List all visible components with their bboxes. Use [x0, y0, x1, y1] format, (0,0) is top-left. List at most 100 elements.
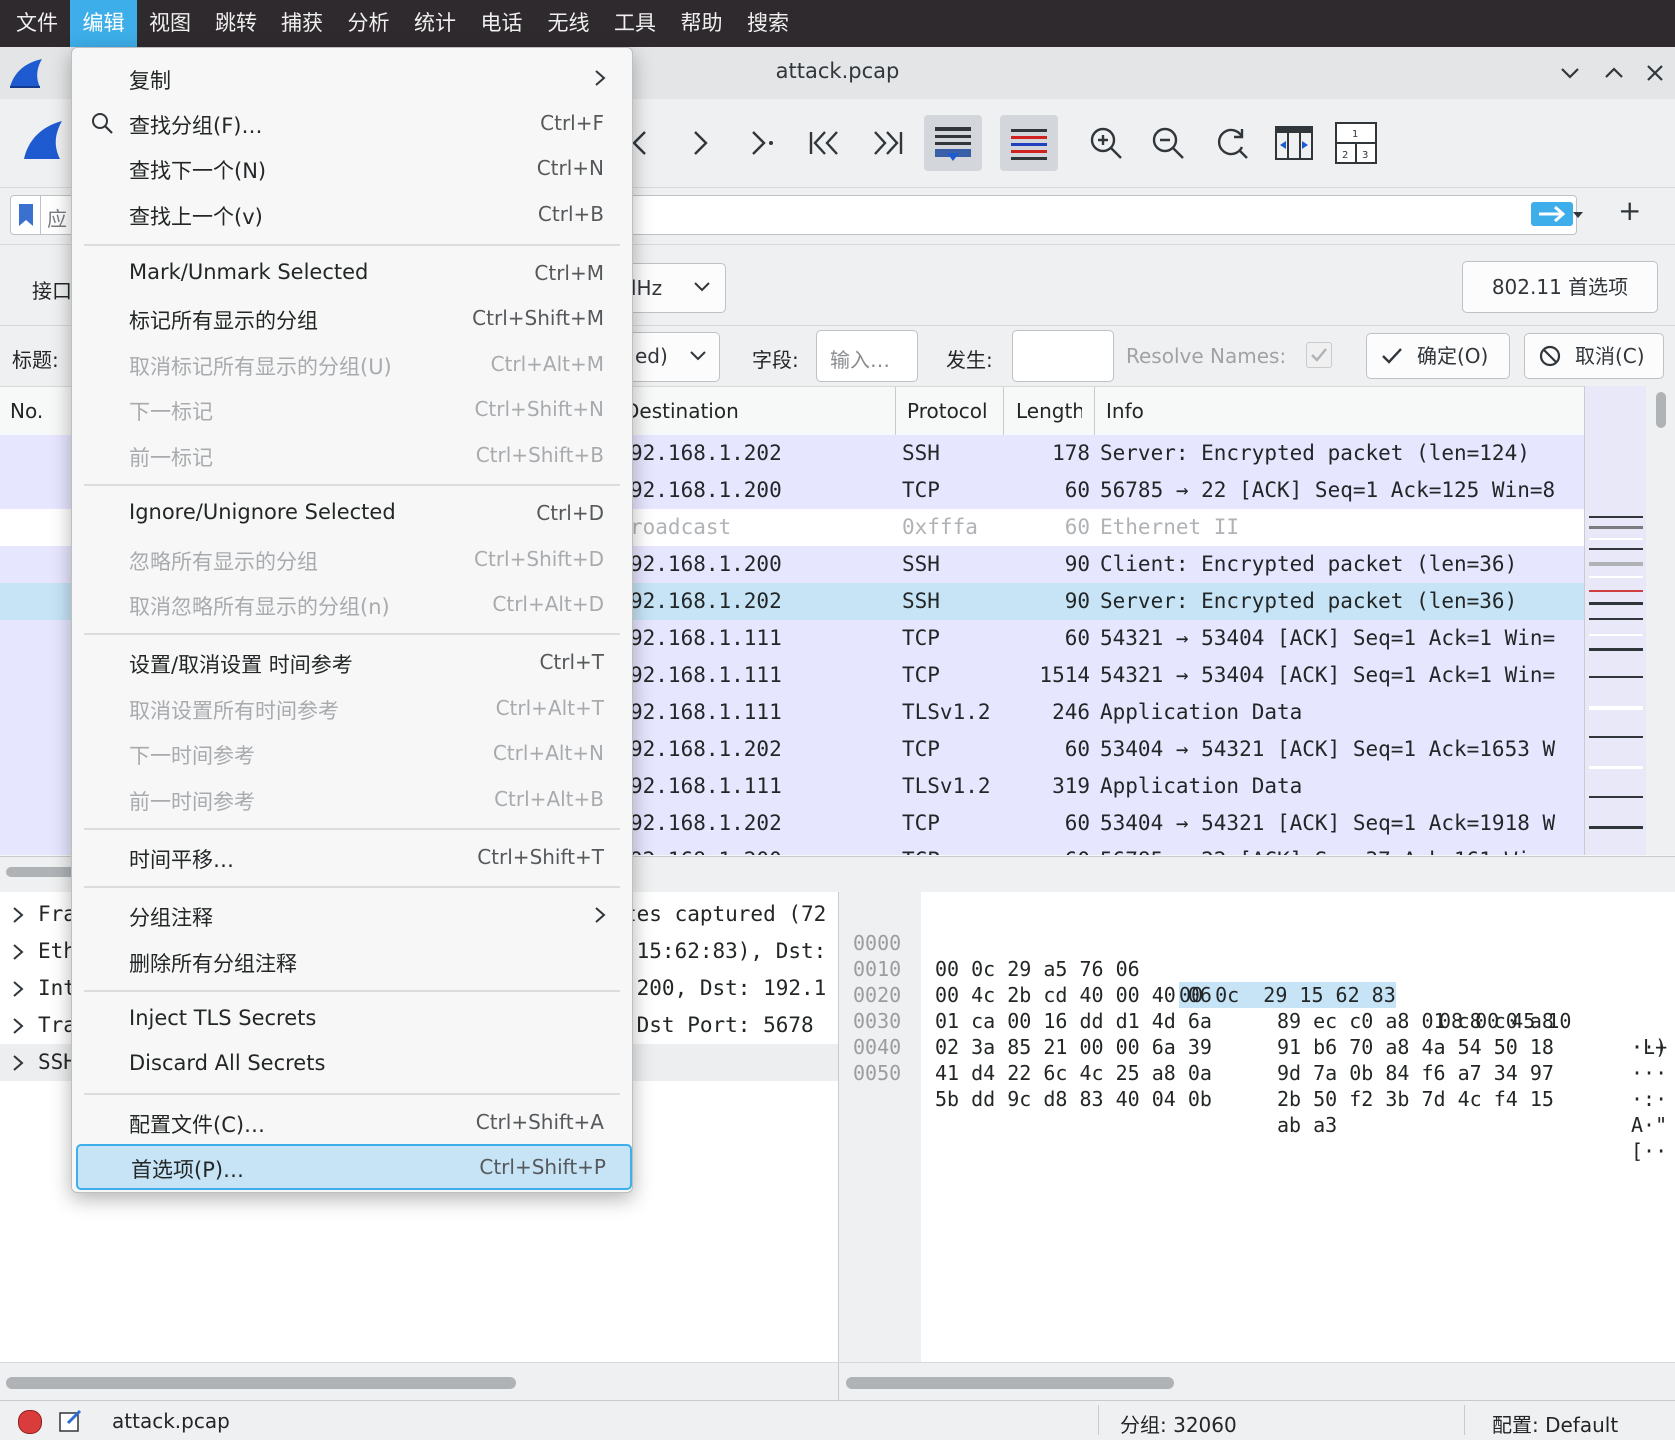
- column-no[interactable]: No.: [10, 399, 43, 423]
- expand-arrow-icon[interactable]: [10, 1017, 26, 1035]
- field-input[interactable]: 输入…: [816, 330, 918, 382]
- zoom-reset-icon[interactable]: [1206, 115, 1258, 171]
- go-forward-icon[interactable]: [674, 115, 726, 171]
- menu-item-discard-secrets[interactable]: Discard All Secrets: [76, 1042, 628, 1086]
- menu-item-copy[interactable]: 复制: [76, 56, 628, 100]
- menu-search[interactable]: 搜索: [735, 0, 801, 47]
- menu-telephony[interactable]: 电话: [468, 0, 535, 47]
- menu-item-packet-comment[interactable]: 分组注释: [76, 893, 628, 937]
- menu-item-time-shift[interactable]: 时间平移… Ctrl+Shift+T: [76, 835, 628, 879]
- title-label: 标题:: [12, 348, 59, 372]
- packet-minimap[interactable]: [1584, 386, 1647, 855]
- bytes-hex[interactable]: 89 ec c0 a8 01 c8 c0 a8: [1277, 1008, 1554, 1034]
- bytes-ascii[interactable]: [··: [1631, 1138, 1675, 1164]
- resize-columns-icon[interactable]: [1268, 115, 1320, 171]
- bytes-hex[interactable]: 9d 7a 0b 84 f6 a7 34 97: [1277, 1060, 1554, 1086]
- menu-item-mark-all[interactable]: 标记所有显示的分组 Ctrl+Shift+M: [76, 296, 628, 340]
- cancel-button[interactable]: 取消(C): [1524, 333, 1664, 379]
- colorize-icon[interactable]: [1000, 115, 1058, 171]
- checkmark-icon: [1311, 348, 1327, 362]
- column-destination[interactable]: Destination: [624, 399, 739, 423]
- expand-arrow-icon[interactable]: [10, 980, 26, 998]
- menu-analyze[interactable]: 分析: [335, 0, 402, 47]
- row-len: 246: [1052, 700, 1090, 724]
- menu-wireless[interactable]: 无线: [535, 0, 602, 47]
- zoom-out-icon[interactable]: [1142, 115, 1194, 171]
- menu-item-label: 查找上一个(v): [129, 205, 263, 229]
- row-len: 60: [1064, 515, 1090, 539]
- status-profile[interactable]: 配置: Default: [1492, 1409, 1618, 1438]
- menu-item-label: 忽略所有显示的分组: [129, 550, 318, 574]
- packet-list-scrollbar[interactable]: [1646, 386, 1675, 855]
- layout-icon[interactable]: 12 3: [1330, 115, 1382, 171]
- menu-item-time-reference[interactable]: 设置/取消设置 时间参考 Ctrl+T: [76, 640, 628, 684]
- menu-item-find-prev[interactable]: 查找上一个(v) Ctrl+B: [76, 192, 628, 236]
- capture-comment-icon[interactable]: [58, 1407, 84, 1433]
- column-protocol[interactable]: Protocol: [907, 399, 988, 423]
- menu-help[interactable]: 帮助: [668, 0, 735, 47]
- menu-go[interactable]: 跳转: [203, 0, 269, 47]
- menu-item-inject-tls[interactable]: Inject TLS Secrets: [76, 997, 628, 1041]
- menu-item-profiles[interactable]: 配置文件(C)… Ctrl+Shift+A: [76, 1100, 628, 1144]
- bytes-hex[interactable]: 02 3a 85 21 00 00 6a 39: [935, 1034, 1212, 1060]
- bytes-hex[interactable]: 2b 50 f2 3b 7d 4c f4 15: [1277, 1086, 1554, 1112]
- bytes-ascii[interactable]: ·L+: [1631, 1034, 1675, 1060]
- ok-button[interactable]: 确定(O): [1366, 333, 1510, 379]
- first-packet-icon[interactable]: [798, 115, 850, 171]
- menu-item-delete-comments[interactable]: 删除所有分组注释: [76, 939, 628, 983]
- zoom-in-icon[interactable]: [1080, 115, 1132, 171]
- occurrence-input[interactable]: [1012, 330, 1114, 382]
- menu-edit[interactable]: 编辑: [70, 0, 137, 47]
- row-info: 53404 → 54321 [ACK] Seq=1 Ack=1653 W: [1100, 737, 1556, 761]
- cancel-label: 取消(C): [1575, 344, 1645, 368]
- close-icon[interactable]: [1643, 61, 1667, 85]
- maximize-icon[interactable]: [1602, 61, 1626, 85]
- menu-file[interactable]: 文件: [4, 0, 70, 47]
- bytes-hex[interactable]: 01 ca 00 16 dd d1 4d 6a: [935, 1008, 1212, 1034]
- autoscroll-icon[interactable]: [924, 115, 982, 171]
- filter-history-icon[interactable]: [1571, 208, 1585, 222]
- menu-tools[interactable]: 工具: [602, 0, 668, 47]
- last-packet-icon[interactable]: [862, 115, 914, 171]
- wlan-prefs-button[interactable]: 802.11 首选项: [1462, 261, 1658, 313]
- bookmark-icon[interactable]: [17, 202, 35, 228]
- bytes-ascii[interactable]: ···: [1631, 1060, 1675, 1086]
- apply-filter-icon[interactable]: [1531, 202, 1573, 226]
- resolve-names-checkbox[interactable]: [1306, 342, 1332, 368]
- bytes-hex[interactable]: 91 b6 70 a8 4a 54 50 18: [1277, 1034, 1554, 1060]
- expand-arrow-icon[interactable]: [10, 1054, 26, 1072]
- menu-item-preferences[interactable]: 首选项(P)… Ctrl+Shift+P: [76, 1144, 632, 1190]
- minimize-icon[interactable]: [1558, 61, 1582, 85]
- expert-info-icon[interactable]: [18, 1410, 42, 1434]
- bytes-ascii[interactable]: ·:·: [1631, 1086, 1675, 1112]
- menu-item-find-packet[interactable]: 查找分组(F)… Ctrl+F: [76, 101, 628, 145]
- column-length[interactable]: Length: [1016, 399, 1082, 423]
- menu-item-mark[interactable]: Mark/Unmark Selected Ctrl+M: [76, 251, 628, 295]
- row-info: 56785 → 22 [ACK] Seq=37 Ack=161 Win=: [1100, 842, 1584, 855]
- bytes-hex[interactable]: ab a3: [1277, 1112, 1337, 1138]
- expand-arrow-icon[interactable]: [10, 943, 26, 961]
- menu-statistics[interactable]: 统计: [402, 0, 468, 47]
- bytes-hscroll-handle[interactable]: [846, 1377, 1174, 1389]
- packet-bytes-pane[interactable]: 0000 00 0c 29 a5 76 06 00 0c 29 15 62 83…: [839, 892, 1675, 1362]
- row-info: Server: Encrypted packet (len=124): [1100, 441, 1530, 465]
- menu-capture[interactable]: 捕获: [269, 0, 335, 47]
- bytes-hex[interactable]: 00 0c 29 a5 76 06: [935, 956, 1140, 982]
- menu-item-ignore[interactable]: Ignore/Unignore Selected Ctrl+D: [76, 491, 628, 535]
- add-filter-icon[interactable]: +: [1618, 194, 1641, 227]
- menu-item-shortcut: Ctrl+B: [537, 202, 604, 226]
- menu-item-find-next[interactable]: 查找下一个(N) Ctrl+N: [76, 146, 628, 190]
- bytes-hex[interactable]: 41 d4 22 6c 4c 25 a8 0a: [935, 1060, 1212, 1086]
- column-info[interactable]: Info: [1106, 399, 1144, 423]
- row-proto: TCP: [902, 478, 940, 502]
- bytes-ascii[interactable]: A·": [1631, 1112, 1675, 1138]
- details-hscroll-handle[interactable]: [6, 1377, 516, 1389]
- menu-view[interactable]: 视图: [137, 0, 203, 47]
- go-to-packet-icon[interactable]: [736, 115, 788, 171]
- bytes-hex[interactable]: 00 4c 2b cd 40 00 40 06: [935, 982, 1212, 1008]
- start-capture-icon[interactable]: [20, 117, 66, 163]
- bytes-hex[interactable]: 5b dd 9c d8 83 40 04 0b: [935, 1086, 1212, 1112]
- row-info: Application Data: [1100, 700, 1303, 724]
- row-dest: 92.168.1.200: [630, 478, 782, 502]
- expand-arrow-icon[interactable]: [10, 906, 26, 924]
